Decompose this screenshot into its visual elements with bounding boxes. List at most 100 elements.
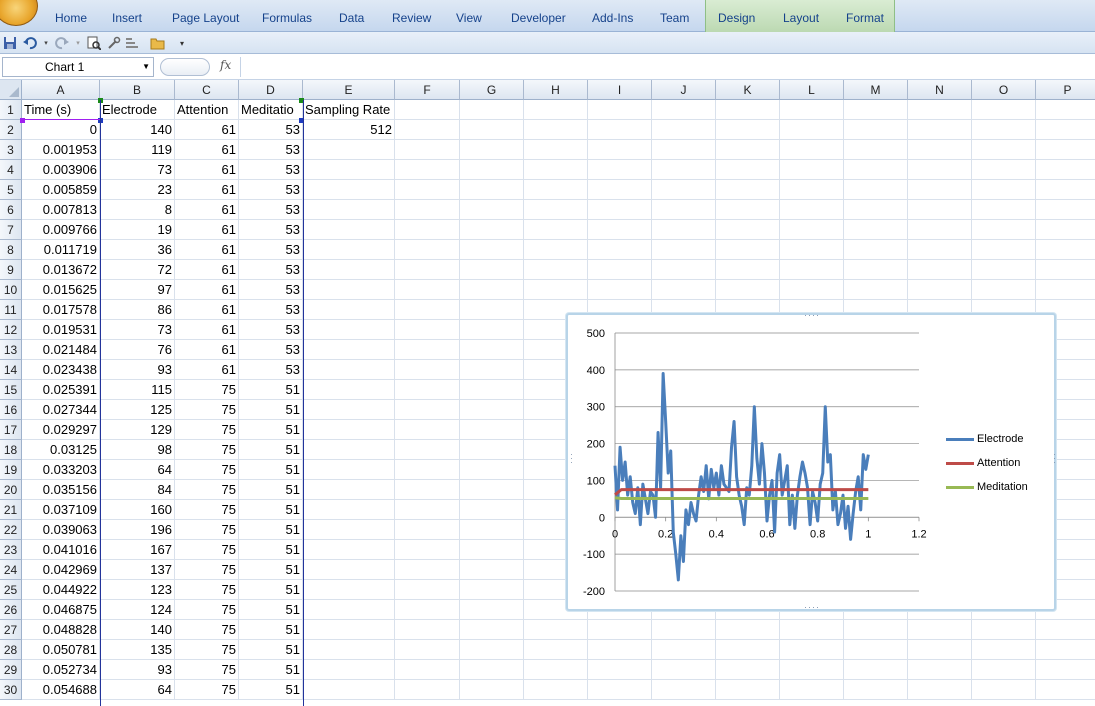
cell-l6[interactable] bbox=[780, 200, 844, 220]
cell-g6[interactable] bbox=[460, 200, 524, 220]
cell-m27[interactable] bbox=[844, 620, 908, 640]
cell-a12[interactable]: 0.019531 bbox=[22, 320, 100, 340]
cell-j8[interactable] bbox=[652, 240, 716, 260]
cell-m6[interactable] bbox=[844, 200, 908, 220]
cell-o2[interactable] bbox=[972, 120, 1036, 140]
cell-h6[interactable] bbox=[524, 200, 588, 220]
cell-h5[interactable] bbox=[524, 180, 588, 200]
cell-j7[interactable] bbox=[652, 220, 716, 240]
redo-dropdown-icon[interactable]: ▾ bbox=[70, 35, 86, 51]
save-icon[interactable] bbox=[2, 35, 18, 51]
formula-input[interactable] bbox=[240, 57, 1092, 77]
cell-e24[interactable] bbox=[303, 560, 395, 580]
cell-n10[interactable] bbox=[908, 280, 972, 300]
tab-home[interactable]: Home bbox=[55, 11, 87, 25]
cell-k10[interactable] bbox=[716, 280, 780, 300]
undo-icon[interactable] bbox=[22, 35, 38, 51]
cell-i2[interactable] bbox=[588, 120, 652, 140]
cell-e15[interactable] bbox=[303, 380, 395, 400]
cell-e17[interactable] bbox=[303, 420, 395, 440]
column-header-l[interactable]: L bbox=[780, 80, 844, 100]
cell-e4[interactable] bbox=[303, 160, 395, 180]
cell-j4[interactable] bbox=[652, 160, 716, 180]
cell-p2[interactable] bbox=[1036, 120, 1095, 140]
cell-e23[interactable] bbox=[303, 540, 395, 560]
cell-o5[interactable] bbox=[972, 180, 1036, 200]
cell-f27[interactable] bbox=[395, 620, 460, 640]
cell-g16[interactable] bbox=[460, 400, 524, 420]
row-header-2[interactable]: 2 bbox=[0, 120, 22, 140]
tab-view[interactable]: View bbox=[456, 11, 482, 25]
row-header-16[interactable]: 16 bbox=[0, 400, 22, 420]
column-header-d[interactable]: D bbox=[239, 80, 303, 100]
cell-a29[interactable]: 0.052734 bbox=[22, 660, 100, 680]
row-header-14[interactable]: 14 bbox=[0, 360, 22, 380]
cell-l2[interactable] bbox=[780, 120, 844, 140]
row-header-9[interactable]: 9 bbox=[0, 260, 22, 280]
cell-c14[interactable]: 61 bbox=[175, 360, 239, 380]
cell-e30[interactable] bbox=[303, 680, 395, 700]
cell-f17[interactable] bbox=[395, 420, 460, 440]
select-all-corner[interactable] bbox=[0, 80, 22, 100]
cell-b3[interactable]: 119 bbox=[100, 140, 175, 160]
cell-g5[interactable] bbox=[460, 180, 524, 200]
cell-c2[interactable]: 61 bbox=[175, 120, 239, 140]
cell-c12[interactable]: 61 bbox=[175, 320, 239, 340]
cell-d17[interactable]: 51 bbox=[239, 420, 303, 440]
cell-a16[interactable]: 0.027344 bbox=[22, 400, 100, 420]
cell-a24[interactable]: 0.042969 bbox=[22, 560, 100, 580]
cell-c10[interactable]: 61 bbox=[175, 280, 239, 300]
cell-l28[interactable] bbox=[780, 640, 844, 660]
cell-g21[interactable] bbox=[460, 500, 524, 520]
cell-d1[interactable]: Meditatio bbox=[239, 100, 303, 120]
cell-k3[interactable] bbox=[716, 140, 780, 160]
cell-d26[interactable]: 51 bbox=[239, 600, 303, 620]
tab-layout[interactable]: Layout bbox=[783, 11, 819, 25]
cell-j3[interactable] bbox=[652, 140, 716, 160]
cell-j1[interactable] bbox=[652, 100, 716, 120]
cell-c15[interactable]: 75 bbox=[175, 380, 239, 400]
cell-p6[interactable] bbox=[1036, 200, 1095, 220]
cell-f19[interactable] bbox=[395, 460, 460, 480]
cell-b11[interactable]: 86 bbox=[100, 300, 175, 320]
row-header-7[interactable]: 7 bbox=[0, 220, 22, 240]
cell-g4[interactable] bbox=[460, 160, 524, 180]
cell-d22[interactable]: 51 bbox=[239, 520, 303, 540]
cell-m2[interactable] bbox=[844, 120, 908, 140]
cell-n1[interactable] bbox=[908, 100, 972, 120]
cell-c9[interactable]: 61 bbox=[175, 260, 239, 280]
cell-e21[interactable] bbox=[303, 500, 395, 520]
cell-a13[interactable]: 0.021484 bbox=[22, 340, 100, 360]
cell-f11[interactable] bbox=[395, 300, 460, 320]
cell-d27[interactable]: 51 bbox=[239, 620, 303, 640]
cell-l29[interactable] bbox=[780, 660, 844, 680]
cell-g29[interactable] bbox=[460, 660, 524, 680]
cell-b27[interactable]: 140 bbox=[100, 620, 175, 640]
cell-m4[interactable] bbox=[844, 160, 908, 180]
cell-b12[interactable]: 73 bbox=[100, 320, 175, 340]
row-header-20[interactable]: 20 bbox=[0, 480, 22, 500]
cell-c8[interactable]: 61 bbox=[175, 240, 239, 260]
cell-g18[interactable] bbox=[460, 440, 524, 460]
cell-f21[interactable] bbox=[395, 500, 460, 520]
cell-b4[interactable]: 73 bbox=[100, 160, 175, 180]
cell-l30[interactable] bbox=[780, 680, 844, 700]
cell-e11[interactable] bbox=[303, 300, 395, 320]
cell-g1[interactable] bbox=[460, 100, 524, 120]
cell-b1[interactable]: Electrode bbox=[100, 100, 175, 120]
cell-e6[interactable] bbox=[303, 200, 395, 220]
cell-f16[interactable] bbox=[395, 400, 460, 420]
cell-d8[interactable]: 53 bbox=[239, 240, 303, 260]
cell-a2[interactable]: 0 bbox=[22, 120, 100, 140]
cell-i8[interactable] bbox=[588, 240, 652, 260]
cell-f10[interactable] bbox=[395, 280, 460, 300]
cell-h3[interactable] bbox=[524, 140, 588, 160]
row-header-21[interactable]: 21 bbox=[0, 500, 22, 520]
cell-f18[interactable] bbox=[395, 440, 460, 460]
cell-i3[interactable] bbox=[588, 140, 652, 160]
row-header-11[interactable]: 11 bbox=[0, 300, 22, 320]
cell-b13[interactable]: 76 bbox=[100, 340, 175, 360]
cell-g3[interactable] bbox=[460, 140, 524, 160]
cell-f25[interactable] bbox=[395, 580, 460, 600]
cell-d23[interactable]: 51 bbox=[239, 540, 303, 560]
